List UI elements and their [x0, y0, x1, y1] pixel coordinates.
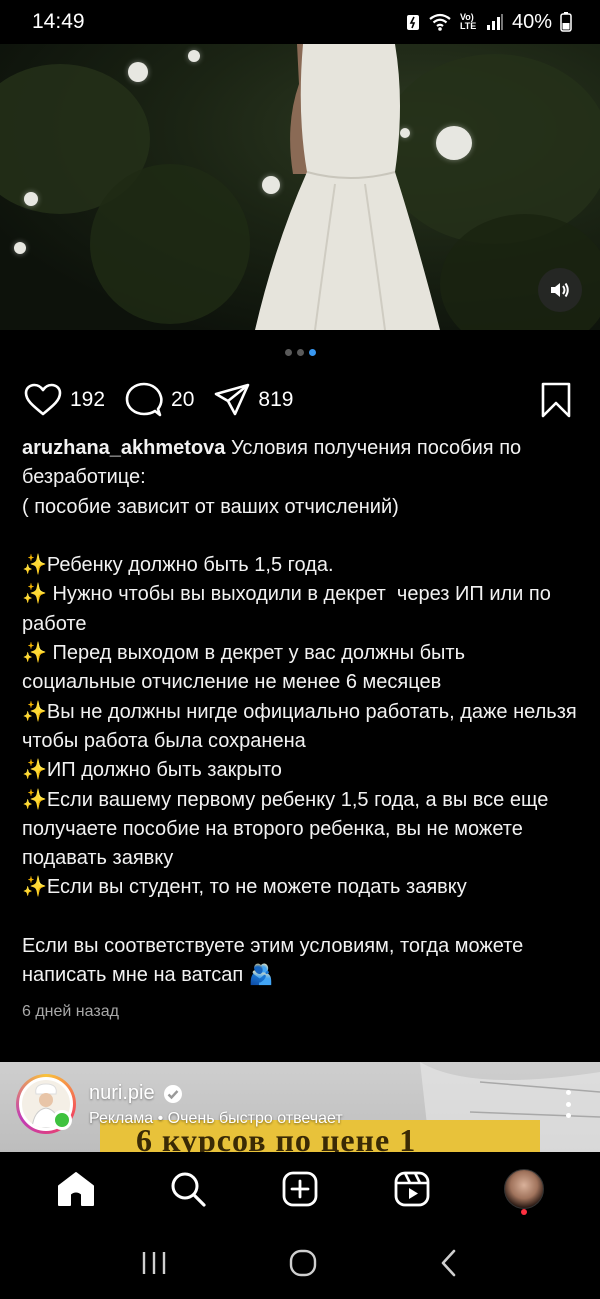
status-bar: 14:49 Vo) LTE 40% [0, 0, 600, 44]
create-icon [282, 1171, 318, 1207]
tab-search[interactable] [158, 1159, 218, 1219]
ad-subtitle: Реклама • Очень быстро отвечает [89, 1110, 343, 1127]
tab-home[interactable] [46, 1159, 106, 1219]
caption-text: Условия получения пособия по безработице… [22, 437, 577, 987]
status-time: 14:49 [32, 10, 85, 33]
ad-account-name[interactable]: nuri.pie [89, 1082, 155, 1105]
dress-figure-image [255, 44, 440, 330]
network-label: Vo) LTE [459, 12, 477, 31]
tab-profile[interactable] [494, 1159, 554, 1219]
carousel-indicator [0, 349, 600, 356]
home-icon [58, 1172, 94, 1206]
more-dot-icon [565, 1113, 571, 1118]
recents-icon[interactable] [140, 1250, 168, 1276]
like-count[interactable]: 192 [70, 388, 105, 412]
sponsored-post[interactable]: 6 курсов по цене 1 nuri.pie Реклама • Оч… [0, 1062, 600, 1152]
post-media[interactable] [0, 44, 600, 330]
comment-icon [125, 382, 163, 417]
comment-count[interactable]: 20 [171, 388, 194, 412]
post-caption: aruzhana_akhmetova Условия получения пос… [22, 434, 582, 991]
system-navigation-bar [0, 1226, 600, 1299]
back-icon[interactable] [438, 1249, 460, 1277]
heart-icon [24, 383, 62, 416]
tab-reels[interactable] [382, 1159, 442, 1219]
share-button[interactable]: 819 [214, 383, 293, 417]
reels-icon [394, 1171, 430, 1207]
signal-icon [486, 14, 503, 30]
like-button[interactable]: 192 [24, 383, 105, 417]
battery-saver-icon [406, 15, 419, 30]
share-icon [215, 383, 250, 416]
notification-dot [521, 1209, 527, 1215]
home-circle-icon[interactable] [289, 1249, 317, 1277]
search-icon [171, 1172, 206, 1207]
comment-button[interactable]: 20 [125, 382, 194, 418]
post-actions: 192 20 819 [24, 380, 576, 420]
battery-percent: 40% [511, 10, 552, 33]
profile-avatar [504, 1169, 544, 1209]
carousel-dot [296, 349, 304, 356]
sound-toggle-button[interactable] [538, 268, 582, 312]
battery-icon [560, 12, 572, 32]
more-options-button[interactable] [564, 1090, 572, 1118]
caption-username[interactable]: aruzhana_akhmetova [22, 437, 225, 459]
more-dot-icon [565, 1101, 571, 1107]
speaker-icon [551, 282, 569, 298]
tab-create[interactable] [270, 1159, 330, 1219]
status-icons: Vo) LTE 40% [406, 11, 572, 34]
carousel-dot [284, 349, 292, 356]
verified-badge-icon [163, 1084, 182, 1103]
post-timestamp[interactable]: 6 дней назад [22, 1003, 119, 1021]
share-count[interactable]: 819 [258, 388, 293, 412]
bookmark-icon [541, 382, 571, 418]
save-button[interactable] [540, 382, 572, 423]
more-dot-icon [565, 1090, 571, 1095]
carousel-dot-active [308, 349, 316, 356]
ad-account-row[interactable]: nuri.pie [89, 1082, 183, 1105]
wifi-icon [429, 13, 451, 31]
bottom-tab-bar [0, 1152, 600, 1226]
online-status-dot [52, 1110, 72, 1130]
